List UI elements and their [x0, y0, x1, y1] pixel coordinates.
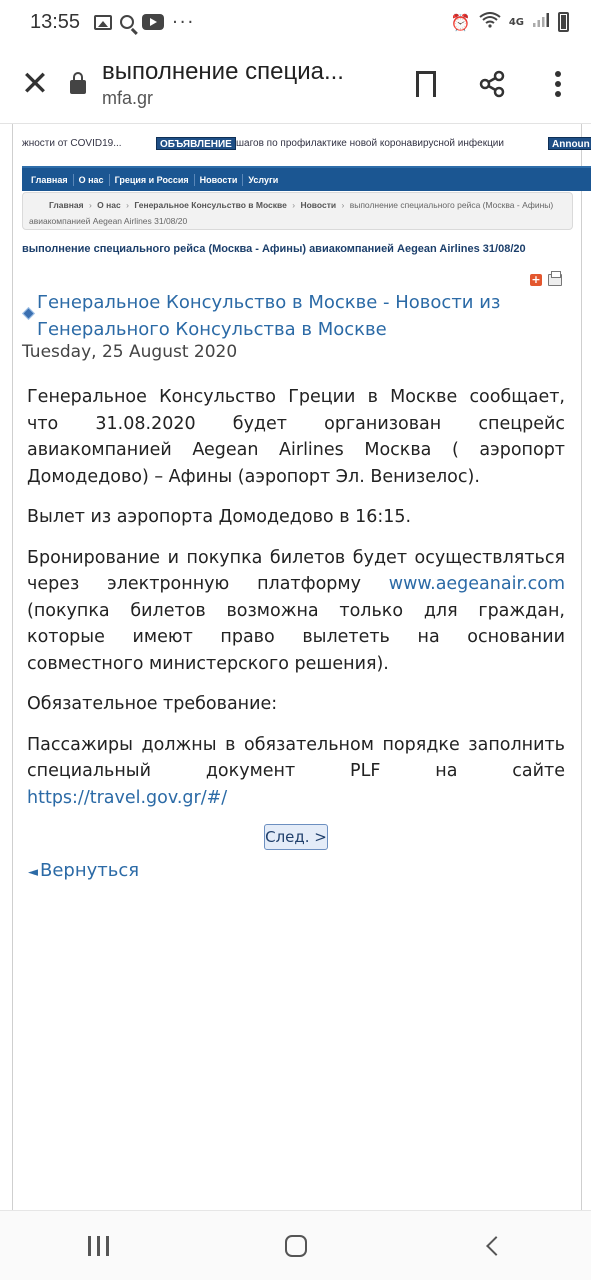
announcement-ticker[interactable]: жности от COVID19... ОБЪЯВЛЕНИЕ шагов по… — [22, 136, 591, 154]
paragraph: Генеральное Консульство Греции в Москве … — [27, 387, 565, 487]
share-plus-icon[interactable]: + — [530, 274, 542, 286]
source-link[interactable]: Генеральное Консульство в Москве - Новос… — [37, 289, 542, 343]
gallery-icon — [94, 14, 113, 30]
recents-button[interactable] — [88, 1235, 109, 1256]
travel-gov-link[interactable]: https://travel.gov.gr/#/ — [27, 788, 227, 808]
breadcrumb-home[interactable]: Главная — [49, 200, 84, 210]
paragraph: Пассажиры должны в обязательном порядке … — [27, 732, 565, 812]
back-link-label: Вернуться — [40, 860, 140, 881]
youtube-icon — [142, 14, 165, 30]
article-tools: + — [530, 271, 562, 286]
site-nav: Главная О нас Греция и Россия Новости Ус… — [22, 166, 591, 191]
system-nav-bar — [0, 1210, 591, 1280]
battery-icon — [558, 12, 569, 32]
breadcrumb-about[interactable]: О нас — [97, 200, 121, 210]
nav-greece-russia[interactable]: Греция и Россия — [110, 173, 195, 186]
signal-icon — [532, 12, 550, 32]
paragraph: Бронирование и покупка билетов будет осу… — [27, 545, 565, 678]
breadcrumb-separator: › — [341, 200, 345, 210]
ticker-text: шагов по профилактике новой коронавирусн… — [236, 138, 504, 149]
breadcrumb-separator: › — [292, 200, 296, 210]
print-icon[interactable] — [548, 271, 562, 286]
paragraph-text: (покупка билетов возможна только для гра… — [27, 600, 565, 674]
address-area[interactable]: выполнение специа... mfa.gr — [102, 58, 393, 109]
more-notifications-icon: ··· — [172, 11, 196, 33]
bookmark-button[interactable] — [393, 44, 459, 124]
breadcrumb: Главная › О нас › Генеральное Консульств… — [22, 192, 573, 230]
close-tab-button[interactable]: ✕ — [0, 44, 70, 124]
breadcrumb-current-cont: авиакомпанией Aegean Airlines 31/08/20 — [29, 216, 188, 226]
nav-services[interactable]: Услуги — [243, 174, 283, 186]
web-content: жности от COVID19... ОБЪЯВЛЕНИЕ шагов по… — [0, 124, 591, 1210]
paragraph: Обязательное требование: — [27, 694, 278, 714]
article-date: Tuesday, 25 August 2020 — [22, 342, 238, 362]
back-arrow-icon: ◄ — [28, 865, 38, 880]
share-button[interactable] — [459, 44, 525, 124]
share-icon — [479, 70, 505, 97]
alarm-icon: ⏰ — [450, 12, 471, 32]
home-button[interactable] — [285, 1234, 307, 1257]
breadcrumb-consulate[interactable]: Генеральное Консульство в Москве — [134, 200, 287, 210]
announcement-badge: ОБЪЯВЛЕНИЕ — [156, 137, 236, 150]
article-heading: выполнение специального рейса (Москва - … — [22, 243, 526, 255]
source-link-line1: Генеральное Консульство в Москве - Новос… — [37, 292, 501, 313]
announcement-badge-right: Announ — [548, 137, 591, 150]
paragraph: Вылет из аэропорта Домодедово в 16:15. — [27, 507, 412, 527]
breadcrumb-separator: › — [88, 200, 92, 210]
page-url: mfa.gr — [102, 88, 154, 108]
menu-button[interactable] — [525, 44, 591, 124]
paragraph-text: Пассажиры должны в обязательном порядке … — [27, 734, 565, 782]
wifi-icon — [479, 12, 501, 32]
breadcrumb-news[interactable]: Новости — [300, 200, 336, 210]
breadcrumb-current: выполнение специального рейса (Москва - … — [349, 200, 554, 210]
back-button[interactable] — [486, 1235, 506, 1256]
bullet-icon — [22, 307, 35, 320]
article-source: Генеральное Консульство в Москве - Новос… — [22, 289, 542, 343]
article-body: Генеральное Консульство Греции в Москве … — [27, 384, 565, 825]
more-vert-icon — [555, 70, 561, 97]
status-bar: 13:55 ··· ⏰ 4G — [0, 0, 591, 44]
back-link[interactable]: ◄ Вернуться — [28, 860, 139, 881]
nav-home[interactable]: Главная — [26, 173, 74, 186]
network-type-label: 4G — [508, 16, 524, 28]
source-link-line2: Генерального Консульства в Москве — [37, 319, 387, 340]
search-icon — [120, 15, 135, 29]
aegeanair-link[interactable]: www.aegeanair.com — [389, 574, 565, 594]
bookmark-icon — [416, 70, 436, 105]
browser-toolbar: ✕ выполнение специа... mfa.gr — [0, 44, 591, 124]
page-title: выполнение специа... — [102, 58, 344, 85]
breadcrumb-separator: › — [126, 200, 129, 210]
next-button[interactable]: След. > — [264, 824, 328, 850]
ticker-text-left: жности от COVID19... — [22, 138, 122, 149]
status-time: 13:55 — [30, 10, 81, 33]
lock-icon — [70, 71, 86, 94]
nav-about[interactable]: О нас — [74, 173, 110, 186]
nav-news[interactable]: Новости — [195, 173, 244, 186]
